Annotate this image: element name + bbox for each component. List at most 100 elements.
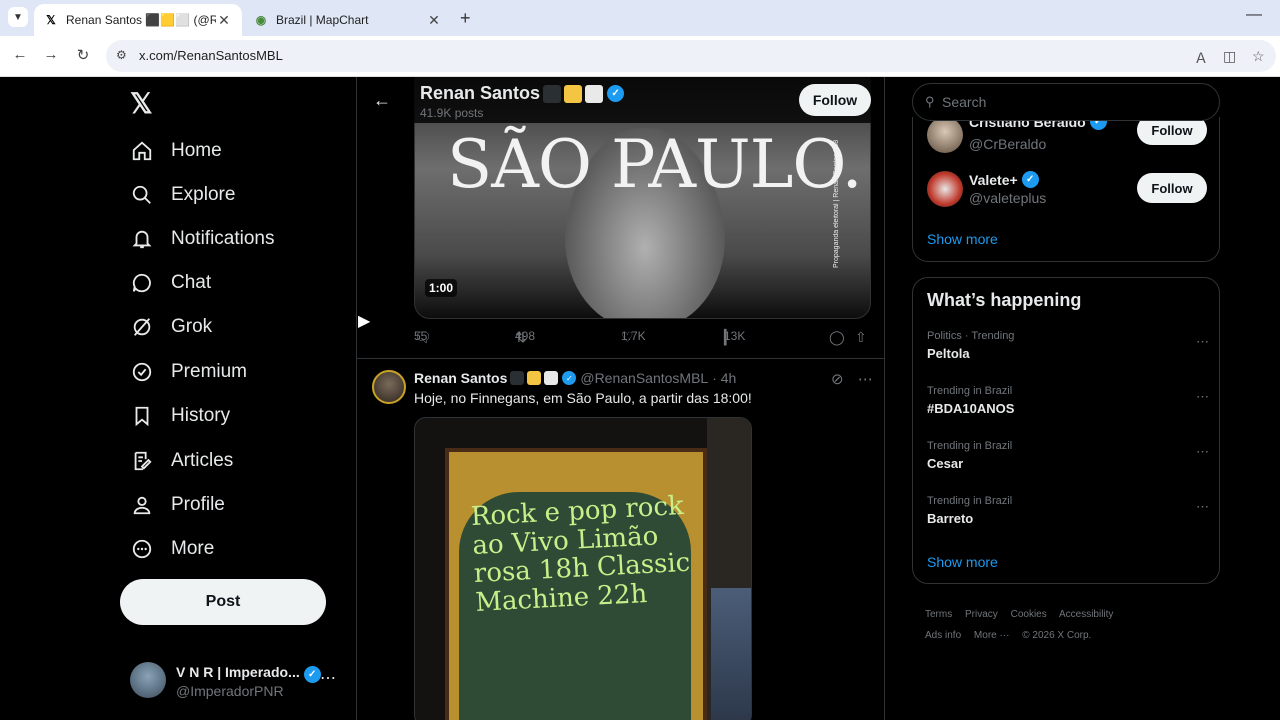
footer-privacy[interactable]: Privacy	[965, 609, 998, 620]
follow-button[interactable]: Follow	[799, 84, 871, 116]
account-switcher[interactable]: V N R | Imperado... ✓ @ImperadorPNR ⋯	[130, 662, 340, 702]
flag-square-yellow	[527, 371, 542, 385]
footer-terms[interactable]: Terms	[925, 609, 952, 620]
close-tab-icon[interactable]: ✕	[216, 12, 232, 29]
footer-copyright: © 2026 X Corp.	[1022, 630, 1092, 641]
minimize-icon[interactable]: —	[1246, 6, 1262, 24]
more-dots-icon[interactable]: ⋯	[1196, 444, 1209, 460]
bell-icon	[130, 227, 154, 251]
show-more-link[interactable]: Show more	[927, 554, 998, 570]
trend-item[interactable]: Trending in Brazil Cesar ⋯	[927, 440, 1209, 480]
close-tab-icon[interactable]: ✕	[426, 12, 442, 29]
profile-header: ← Renan Santos ✓ 41.9K posts Follow	[357, 77, 884, 123]
suggestion-name: Valete+ ✓	[969, 171, 1039, 188]
avatar	[927, 171, 963, 207]
nav-chat[interactable]: Chat	[130, 263, 211, 303]
tweet-author-name[interactable]: Renan Santos	[414, 370, 507, 386]
nav-articles[interactable]: Articles	[130, 441, 233, 481]
tab-mapchart[interactable]: ◉ Brazil | MapChart ✕	[244, 4, 452, 36]
nav-explore[interactable]: Explore	[130, 175, 235, 215]
nav-label: Home	[171, 140, 222, 161]
suggestion-handle: @CrBeraldo	[969, 136, 1047, 152]
verified-badge-icon: ✓	[1021, 171, 1039, 188]
install-icon[interactable]: ◫	[1223, 48, 1236, 65]
back-arrow-icon[interactable]: ←	[373, 90, 391, 111]
trend-context: Trending in Brazil	[927, 495, 1013, 507]
tab-search-dropdown[interactable]: ▼	[8, 7, 28, 27]
more-dots-icon[interactable]: ⋯	[320, 668, 336, 688]
follow-suggestion[interactable]: Valete+ ✓ @valeteplus Follow	[927, 171, 1209, 211]
trend-topic: Barreto	[927, 511, 974, 526]
more-circle-icon	[130, 537, 154, 561]
avatar[interactable]	[372, 370, 406, 404]
url-text[interactable]: x.com/RenanSantosMBL	[139, 48, 283, 63]
nav-grok[interactable]: Grok	[130, 307, 212, 347]
trend-context: Politics · Trending	[927, 330, 1015, 342]
video-side-text: Propaganda eleitoral | Renan Santos | 08	[833, 139, 840, 268]
trend-item[interactable]: Trending in Brazil Barreto ⋯	[927, 495, 1209, 535]
person-icon	[130, 493, 154, 517]
site-info-icon[interactable]: ⚙	[116, 48, 127, 62]
reload-icon[interactable]: ↻	[73, 46, 93, 66]
bookmark-icon: ◯	[829, 329, 845, 345]
nav-more[interactable]: More	[130, 529, 214, 569]
nav-notifications[interactable]: Notifications	[130, 219, 275, 259]
chat-icon	[130, 271, 154, 295]
new-tab-icon[interactable]: +	[460, 8, 471, 29]
search-input[interactable]: ⚲ Search	[912, 83, 1220, 121]
nav-label: Notifications	[171, 228, 275, 249]
trend-item[interactable]: Trending in Brazil #BDA10ANOS ⋯	[927, 385, 1209, 425]
tab-title: Brazil | MapChart	[276, 13, 369, 27]
tweet-divider	[357, 358, 884, 359]
follow-button[interactable]: Follow	[1137, 173, 1207, 203]
tweet-time[interactable]: · 4h	[712, 370, 736, 386]
flag-square-white	[585, 84, 604, 103]
avatar	[927, 117, 963, 153]
grok-icon[interactable]: ⊘	[831, 371, 844, 388]
footer-links: Terms Privacy Cookies Accessibility Ads …	[925, 604, 1205, 646]
more-dots-icon[interactable]: ⋯	[1196, 334, 1209, 350]
footer-ads-info[interactable]: Ads info	[925, 630, 961, 641]
flag-square-dark	[543, 84, 562, 103]
footer-cookies[interactable]: Cookies	[1011, 609, 1047, 620]
nav-home[interactable]: Home	[130, 131, 222, 171]
video-duration: 1:00	[425, 279, 458, 297]
footer-accessibility[interactable]: Accessibility	[1059, 609, 1113, 620]
footer-more[interactable]: More ···	[974, 630, 1010, 641]
show-more-link[interactable]: Show more	[927, 231, 998, 247]
main-timeline: SÃO PAULO. Propaganda eleitoral | Renan …	[356, 77, 885, 720]
address-bar[interactable]: ⚙ x.com/RenanSantosMBL Ａ ◫ ☆	[106, 40, 1276, 72]
translate-icon[interactable]: Ａ	[1194, 48, 1208, 68]
tweet-photo[interactable]: Rock e pop rock ao Vivo Limão rosa 18h C…	[414, 417, 752, 720]
tweet-handle[interactable]: @RenanSantosMBL	[580, 370, 708, 386]
more-dots-icon[interactable]: ⋯	[1196, 389, 1209, 405]
post-button[interactable]: Post	[120, 579, 326, 625]
bookmark-star-icon[interactable]: ☆	[1252, 48, 1265, 65]
nav-label: History	[171, 405, 231, 426]
nav-premium[interactable]: Premium	[130, 352, 247, 392]
trend-context: Trending in Brazil	[927, 385, 1013, 397]
nav-profile[interactable]: Profile	[130, 485, 225, 525]
trend-context: Trending in Brazil	[927, 440, 1013, 452]
nav-label: Profile	[171, 494, 225, 515]
more-dots-icon[interactable]: ⋯	[858, 371, 873, 388]
avatar	[130, 662, 166, 698]
nav-history[interactable]: History	[130, 396, 230, 436]
verified-badge-icon: ✓	[303, 666, 321, 683]
trend-item[interactable]: Politics · Trending Peltola ⋯	[927, 330, 1209, 370]
x-logo-icon[interactable]: 𝕏	[130, 87, 153, 120]
suggestion-handle: @valeteplus	[969, 190, 1047, 206]
who-to-follow: Cristiano Beraldo ✓ @CrBeraldo Follow Val…	[912, 113, 1220, 262]
flag-square-white	[544, 371, 559, 385]
tab-renan-santos[interactable]: 𝕏 Renan Santos ⬛🟨⬜ (@Rena ✕	[34, 4, 242, 36]
back-icon[interactable]: ←	[10, 46, 30, 66]
nav-label: Explore	[171, 184, 236, 205]
follow-suggestion[interactable]: Cristiano Beraldo ✓ @CrBeraldo Follow	[927, 113, 1209, 157]
forward-icon[interactable]: →	[41, 46, 61, 66]
flag-square-yellow	[564, 84, 583, 103]
account-handle: @ImperadorPNR	[176, 683, 284, 699]
tweet-actions: 🗨 55 ⇅ 498 ♡ 1.7K ▎ 13K ◯ ⇧	[414, 329, 867, 345]
grok-icon	[130, 315, 154, 339]
more-dots-icon[interactable]: ⋯	[1196, 499, 1209, 515]
mouse-cursor-icon: ▶	[358, 313, 371, 330]
